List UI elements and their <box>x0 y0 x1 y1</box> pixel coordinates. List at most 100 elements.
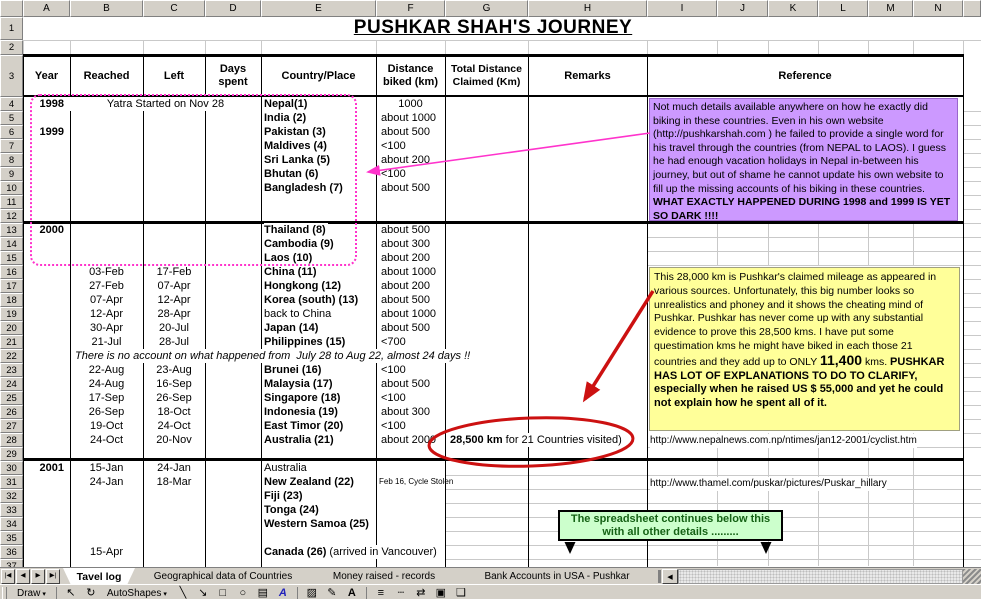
cell-country-25[interactable]: Singapore (18) <box>264 391 342 405</box>
row-header-16[interactable]: 16 <box>0 265 23 279</box>
reference-link-nepalnews[interactable]: http://www.nepalnews.com.np/ntimes/jan12… <box>650 434 917 448</box>
row-header-15[interactable]: 15 <box>0 251 23 265</box>
cell-distance-4[interactable]: 1000 <box>376 97 445 111</box>
row-header-3[interactable]: 3 <box>0 55 23 97</box>
column-header-F[interactable]: F <box>376 0 445 17</box>
window-size-grip[interactable] <box>963 569 981 584</box>
cell-country-17[interactable]: Hongkong (12) <box>264 279 343 293</box>
column-header-reached[interactable]: Reached <box>70 55 143 97</box>
cell-left-31[interactable]: 18-Mar <box>143 475 205 489</box>
cell-reached-25[interactable]: 17-Sep <box>70 391 143 405</box>
cell-country-36[interactable]: Canada (26) (arrived in Vancouver) <box>264 545 439 559</box>
row-header-17[interactable]: 17 <box>0 279 23 293</box>
column-header-country-place[interactable]: Country/Place <box>261 55 376 97</box>
cell-distance-10[interactable]: about 500 <box>379 181 430 195</box>
cell-country-28[interactable]: Australia (21) <box>264 433 336 447</box>
row-header-8[interactable]: 8 <box>0 153 23 167</box>
cell-country-18[interactable]: Korea (south) (13) <box>264 293 360 307</box>
cell-distance-8[interactable]: about 200 <box>379 153 430 167</box>
column-header-reference[interactable]: Reference <box>647 55 963 97</box>
cell-distance-20[interactable]: about 500 <box>379 321 430 335</box>
tab-scroll-prev-button[interactable]: ◀ <box>16 569 30 584</box>
cell-gap-note[interactable]: There is no account on what happened fro… <box>75 349 470 363</box>
cell-reached-18[interactable]: 07-Apr <box>70 293 143 307</box>
cell-reached-27[interactable]: 19-Oct <box>70 419 143 433</box>
row-header-1[interactable]: 1 <box>0 17 23 40</box>
rectangle-tool-icon[interactable]: □ <box>215 587 231 599</box>
toolbar-drag-handle[interactable] <box>2 587 7 599</box>
horizontal-scroll-left-button[interactable]: ◀ <box>662 569 678 584</box>
column-header-M[interactable]: M <box>868 0 913 17</box>
column-header-B[interactable]: B <box>70 0 143 17</box>
cell-left-23[interactable]: 23-Aug <box>143 363 205 377</box>
cell-distance-26[interactable]: about 300 <box>379 405 430 419</box>
claimed-total-cell[interactable]: 28,500 km for 21 Countries visited) <box>447 433 622 447</box>
cell-distance-24[interactable]: about 500 <box>379 377 430 391</box>
cell-reached-16[interactable]: 03-Feb <box>70 265 143 279</box>
arrow-tool-icon[interactable]: ↘ <box>195 587 211 599</box>
oval-tool-icon[interactable]: ○ <box>235 587 251 599</box>
row-header-12[interactable]: 12 <box>0 209 23 223</box>
cell-year-30[interactable]: 2001 <box>23 461 64 475</box>
row-header-14[interactable]: 14 <box>0 237 23 251</box>
column-header-distance-biked[interactable]: Distance biked (km) <box>376 55 445 97</box>
row-header-4[interactable]: 4 <box>0 97 23 111</box>
cell-reached-23[interactable]: 22-Aug <box>70 363 143 377</box>
row-header-11[interactable]: 11 <box>0 195 23 209</box>
row-header-33[interactable]: 33 <box>0 503 23 517</box>
cell-country-23[interactable]: Brunei (16) <box>264 363 323 377</box>
cell-left-27[interactable]: 24-Oct <box>143 419 205 433</box>
cell-reached-19[interactable]: 12-Apr <box>70 307 143 321</box>
cell-country-33[interactable]: Tonga (24) <box>264 503 321 517</box>
row-header-18[interactable]: 18 <box>0 293 23 307</box>
row-header-29[interactable]: 29 <box>0 447 23 461</box>
cell-reached-24[interactable]: 24-Aug <box>70 377 143 391</box>
column-header-left[interactable]: Left <box>143 55 205 97</box>
line-tool-icon[interactable]: ╲ <box>175 587 191 599</box>
cell-country-24[interactable]: Malaysia (17) <box>264 377 334 391</box>
tab-scroll-last-button[interactable]: ▶| <box>46 569 60 584</box>
row-header-35[interactable]: 35 <box>0 531 23 545</box>
cell-distance-15[interactable]: about 200 <box>379 251 430 265</box>
tab-scroll-next-button[interactable]: ▶ <box>31 569 45 584</box>
column-header-days-spent[interactable]: Days spent <box>205 55 261 97</box>
autoshapes-menu-button[interactable]: AutoShapes▾ <box>103 587 171 599</box>
row-header-2[interactable]: 2 <box>0 40 23 55</box>
cell-country-16[interactable]: China (11) <box>264 265 319 279</box>
cell-reached-36[interactable]: 15-Apr <box>70 545 143 559</box>
row-header-27[interactable]: 27 <box>0 419 23 433</box>
cell-left-24[interactable]: 16-Sep <box>143 377 205 391</box>
shadow-button[interactable]: ▣ <box>433 587 449 599</box>
cell-distance-16[interactable]: about 1000 <box>379 265 436 279</box>
cell-country-27[interactable]: East Timor (20) <box>264 419 345 433</box>
arrow-style-button[interactable]: ⇄ <box>413 587 429 599</box>
row-header-25[interactable]: 25 <box>0 391 23 405</box>
sheet-title[interactable]: PUSHKAR SHAH'S JOURNEY <box>23 17 963 40</box>
cell-reached-26[interactable]: 26-Sep <box>70 405 143 419</box>
sheet-tab-geographical-data[interactable]: Geographical data of Countries <box>135 568 311 585</box>
cell-distance-25[interactable]: <100 <box>379 391 406 405</box>
cell-left-26[interactable]: 18-Oct <box>143 405 205 419</box>
cell-left-21[interactable]: 28-Jul <box>143 335 205 349</box>
cell-distance-18[interactable]: about 500 <box>379 293 430 307</box>
cell-reached-17[interactable]: 27-Feb <box>70 279 143 293</box>
wordart-icon[interactable]: A <box>275 587 291 599</box>
cell-left-16[interactable]: 17-Feb <box>143 265 205 279</box>
cell-left-28[interactable]: 20-Nov <box>143 433 205 447</box>
cell-country-20[interactable]: Japan (14) <box>264 321 320 335</box>
sheet-tab-travel-log[interactable]: Tavel log <box>63 568 135 585</box>
row-header-20[interactable]: 20 <box>0 321 23 335</box>
cell-left-20[interactable]: 20-Jul <box>143 321 205 335</box>
column-header-G[interactable]: G <box>445 0 528 17</box>
column-header-L[interactable]: L <box>818 0 868 17</box>
cell-reached-21[interactable]: 21-Jul <box>70 335 143 349</box>
reference-link-thamel[interactable]: http://www.thamel.com/puskar/pictures/Pu… <box>650 477 887 491</box>
row-header-10[interactable]: 10 <box>0 181 23 195</box>
column-header-N[interactable]: N <box>913 0 963 17</box>
cell-distance-17[interactable]: about 200 <box>379 279 430 293</box>
column-header-remarks[interactable]: Remarks <box>528 55 647 97</box>
row-header-24[interactable]: 24 <box>0 377 23 391</box>
row-header-9[interactable]: 9 <box>0 167 23 181</box>
column-header-I[interactable]: I <box>647 0 717 17</box>
horizontal-scrollbar-track[interactable] <box>678 569 963 584</box>
